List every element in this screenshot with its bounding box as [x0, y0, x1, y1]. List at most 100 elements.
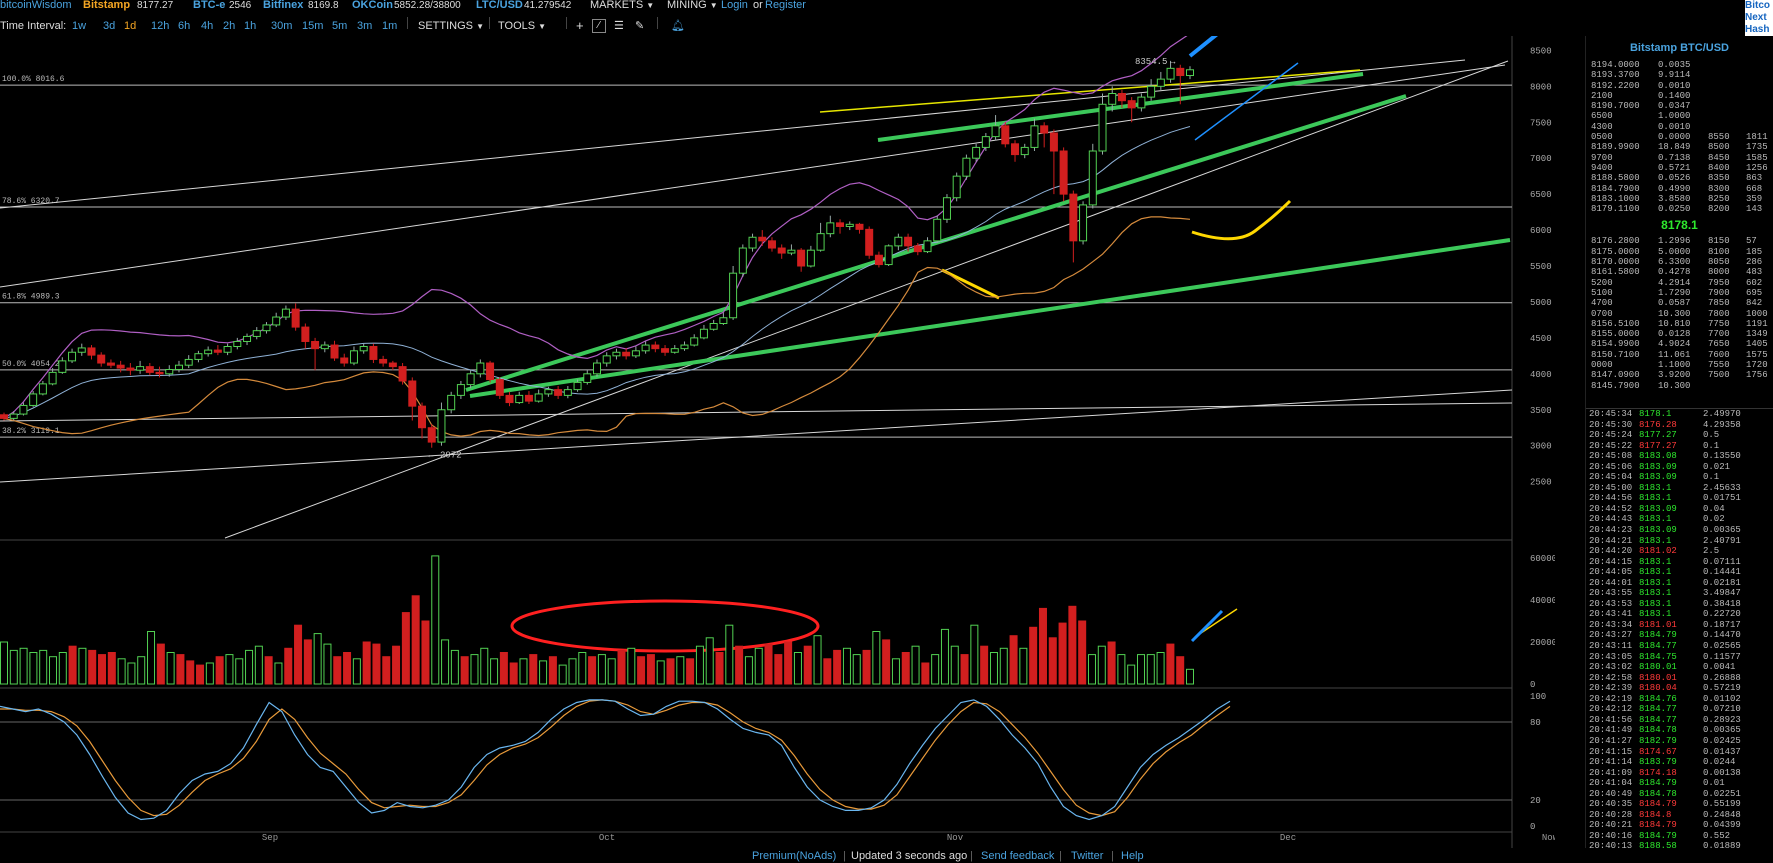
candle-up: [894, 236, 903, 247]
candle-down: [1069, 193, 1078, 242]
volume-bar: [313, 633, 322, 685]
interval-1d[interactable]: 1d: [124, 17, 136, 35]
orderbook-cell: 8200: [1708, 204, 1730, 215]
orderbook-cell: 5100: [1591, 287, 1613, 298]
volume-bar: [480, 647, 489, 685]
candle-up: [281, 308, 290, 318]
trade-cell: 20:45:30: [1589, 419, 1633, 430]
trade-cell: 8183.09: [1639, 461, 1677, 472]
trade-cell: 8183.09: [1639, 503, 1677, 514]
candle-up: [573, 381, 582, 391]
interval-1h[interactable]: 1h: [244, 17, 256, 35]
trade-cell: 8181.02: [1639, 546, 1677, 557]
orderbook-cell: 6500: [1591, 111, 1613, 122]
interval-1m[interactable]: 1m: [382, 17, 397, 35]
volume-bar: [735, 645, 744, 685]
candle-up: [612, 351, 621, 357]
trade-cell: 20:43:55: [1589, 588, 1633, 599]
footer-divider: |: [1059, 850, 1062, 862]
trade-cell: 20:44:15: [1589, 556, 1633, 567]
orderbook-row: 8155.0000 0.0128 7700 1349: [1586, 329, 1773, 339]
trade-cell: 8177.27: [1639, 430, 1677, 441]
candle-up: [563, 389, 572, 396]
candle-down: [758, 236, 767, 242]
candle-up: [29, 393, 38, 406]
low-price-label: 2972: [440, 451, 462, 461]
interval-2h[interactable]: 2h: [223, 17, 235, 35]
price-chart[interactable]: 100.0% 8016.678.6% 6320.761.8% 4989.350.…: [0, 36, 1555, 848]
ticker-okcoin[interactable]: OKCoin: [352, 0, 393, 11]
fib-tool-icon[interactable]: ☰: [614, 17, 624, 35]
trade-row: 20:44:20 8181.02 2.5: [1586, 546, 1773, 557]
feedback-link[interactable]: Send feedback: [981, 849, 1054, 863]
candle-up: [272, 316, 281, 326]
volume-bar: [1048, 637, 1057, 685]
orderbook-row: 4700 0.0587 7850 842: [1586, 298, 1773, 308]
price-tick-label: 5500: [1530, 262, 1552, 272]
brush-tool-icon[interactable]: ✎: [635, 17, 644, 35]
price-tick-label: 6500: [1530, 190, 1552, 200]
line-tool-icon[interactable]: ⁄: [592, 19, 606, 33]
interval-30m[interactable]: 30m: [271, 17, 292, 35]
brand-logo[interactable]: bitcoinWisdom: [0, 0, 72, 11]
ticker-bitfinex[interactable]: Bitfinex: [263, 0, 303, 11]
trade-cell: 20:42:39: [1589, 683, 1633, 694]
markets-menu[interactable]: MARKETS ▼: [590, 0, 654, 11]
orderbook-cell: 8183.1000: [1591, 193, 1640, 204]
login-link[interactable]: Login: [721, 0, 748, 11]
orderbook-row: 8170.0000 6.3300 8050 286: [1586, 257, 1773, 267]
register-link[interactable]: Register: [765, 0, 806, 11]
crosshair-tool-icon[interactable]: +: [576, 17, 584, 35]
trade-cell: 0.01102: [1703, 693, 1741, 704]
candle-down: [661, 348, 670, 353]
interval-4h[interactable]: 4h: [201, 17, 213, 35]
tools-menu[interactable]: TOOLS ▼: [498, 17, 546, 36]
volume-bar: [833, 649, 842, 685]
interval-label: Time Interval:: [0, 20, 67, 32]
interval-1w[interactable]: 1w: [72, 17, 86, 35]
volume-bar: [1038, 607, 1047, 685]
orderbook-cell: 1720: [1746, 360, 1768, 371]
interval-6h[interactable]: 6h: [178, 17, 190, 35]
orderbook-cell: 8194.0000: [1591, 60, 1640, 70]
twitter-link[interactable]: Twitter: [1071, 849, 1103, 863]
trade-cell: 20:45:04: [1589, 472, 1633, 483]
ticker-bitstamp[interactable]: Bitstamp: [83, 0, 130, 11]
interval-12h[interactable]: 12h: [151, 17, 169, 35]
candle-down: [1059, 150, 1068, 195]
ticker-ltc[interactable]: LTC/USD: [476, 0, 523, 11]
orderbook-cell: 1735: [1746, 142, 1768, 153]
trade-cell: 8184.79: [1639, 778, 1677, 789]
orderbook-cell: 8175.0000: [1591, 246, 1640, 257]
volume-bar: [49, 656, 58, 685]
orderbook-cell: 1811: [1746, 132, 1768, 143]
orderbook-row: 9400 0.5721 8400 1256: [1586, 163, 1773, 173]
alert-bell-icon[interactable]: 🔔︎: [671, 17, 685, 35]
interval-3d[interactable]: 3d: [103, 17, 115, 35]
help-link[interactable]: Help: [1121, 849, 1144, 863]
orderbook-cell: 8050: [1708, 257, 1730, 268]
candle-down: [913, 245, 922, 253]
volume-bar: [460, 656, 469, 685]
interval-3m[interactable]: 3m: [357, 17, 372, 35]
trade-row: 20:40:28 8184.8 0.24848: [1586, 810, 1773, 821]
candle-up: [1137, 96, 1146, 109]
volume-bar: [999, 647, 1008, 685]
interval-5m[interactable]: 5m: [332, 17, 347, 35]
trade-cell: 20:43:53: [1589, 598, 1633, 609]
volume-bar: [215, 656, 224, 685]
interval-15m[interactable]: 15m: [302, 17, 323, 35]
settings-menu[interactable]: SETTINGS ▼: [418, 17, 484, 36]
mining-menu[interactable]: MINING ▼: [667, 0, 718, 11]
price-tick-label: 8500: [1530, 46, 1552, 56]
orderbook-asks: 8194.0000 0.0035 8193.3700 9.9114 8192.2200 0…: [1586, 60, 1773, 214]
volume-bar: [235, 658, 244, 685]
candle-down: [777, 247, 786, 254]
trade-cell: 8183.1: [1639, 598, 1672, 609]
orderbook-cell: 1575: [1746, 349, 1768, 360]
candle-up: [709, 323, 718, 330]
ticker-btce[interactable]: BTC-e: [193, 0, 225, 11]
premium-link[interactable]: Premium(NoAds): [752, 849, 836, 863]
trade-cell: 0.11577: [1703, 651, 1741, 662]
candle-down: [1127, 100, 1136, 109]
